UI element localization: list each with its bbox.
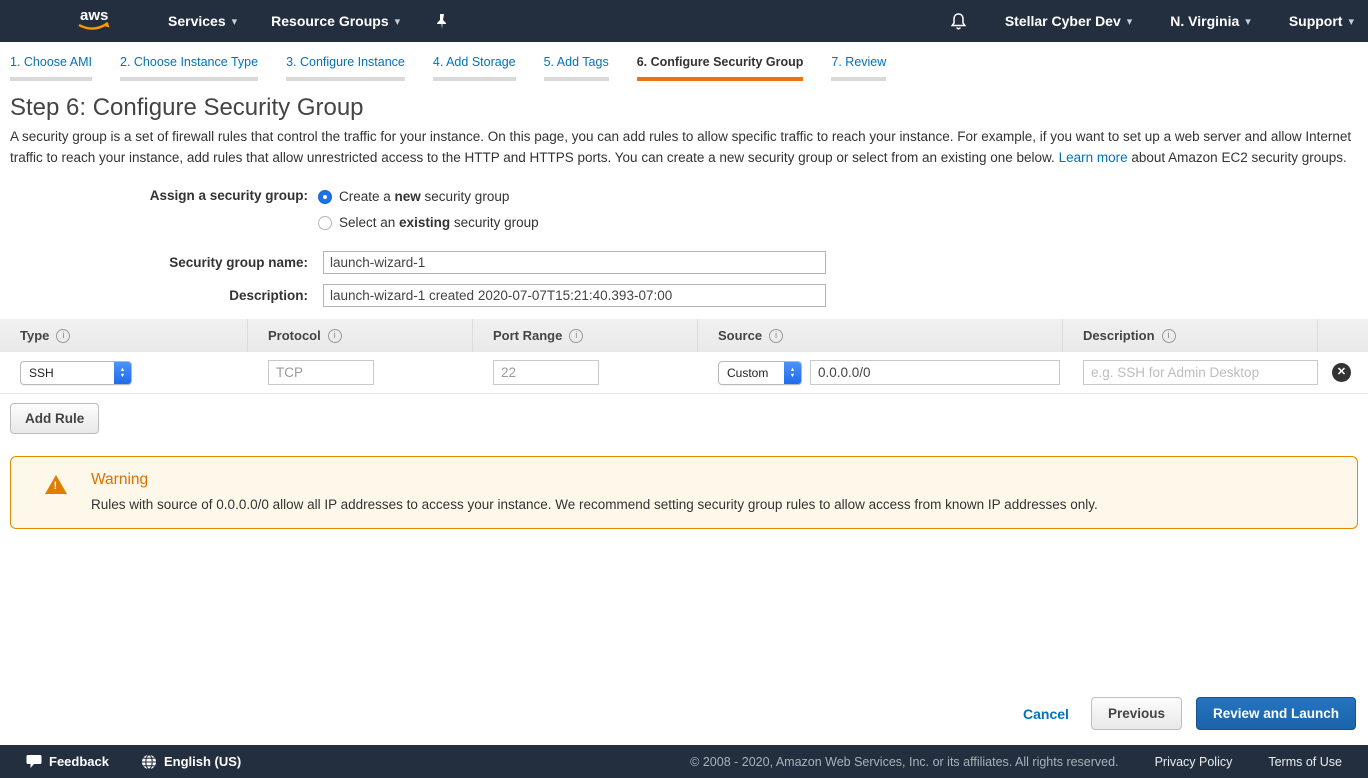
svg-text:aws: aws (80, 7, 108, 24)
tab-choose-ami[interactable]: 1. Choose AMI (10, 55, 92, 81)
security-group-name-label: Security group name: (0, 255, 318, 270)
radio-create-new-security-group[interactable]: Create a new security group (318, 189, 539, 204)
rule-protocol-input (268, 360, 374, 385)
language-selector[interactable]: English (US) (141, 754, 241, 770)
select-stepper-icon (114, 362, 131, 384)
column-header-port-range: Port Range (473, 319, 698, 352)
type-info-icon[interactable] (56, 329, 70, 343)
resource-groups-menu[interactable]: Resource Groups (271, 13, 400, 29)
page-title: Step 6: Configure Security Group (10, 94, 1358, 122)
tab-add-tags[interactable]: 5. Add Tags (544, 55, 609, 81)
radio-button-selected[interactable] (318, 190, 332, 204)
column-header-type: Type (0, 319, 248, 352)
tab-review[interactable]: 7. Review (831, 55, 886, 81)
region-menu[interactable]: N. Virginia (1170, 13, 1251, 29)
source-info-icon[interactable] (769, 329, 783, 343)
column-header-protocol: Protocol (248, 319, 473, 352)
copyright-text: © 2008 - 2020, Amazon Web Services, Inc.… (690, 755, 1118, 769)
rule-type-select[interactable]: SSH (20, 361, 132, 385)
support-menu[interactable]: Support (1289, 13, 1354, 29)
rules-table-header: Type Protocol Port Range Source Descript… (0, 319, 1368, 352)
previous-button[interactable]: Previous (1091, 697, 1182, 730)
security-group-description-input[interactable] (323, 284, 826, 307)
security-group-name-input[interactable] (323, 251, 826, 274)
pin-icon[interactable] (434, 13, 449, 30)
delete-rule-icon[interactable] (1332, 363, 1351, 382)
add-rule-button[interactable]: Add Rule (10, 403, 99, 434)
tab-add-storage[interactable]: 4. Add Storage (433, 55, 516, 81)
warning-message: Rules with source of 0.0.0.0/0 allow all… (91, 497, 1098, 512)
warning-title: Warning (91, 471, 1098, 489)
security-rule-row: SSH Custom (0, 352, 1368, 394)
wizard-actions: Cancel Previous Review and Launch (1023, 697, 1356, 730)
learn-more-link[interactable]: Learn more (1059, 150, 1128, 165)
page-footer: Feedback English (US) © 2008 - 2020, Ama… (0, 745, 1368, 778)
description-info-icon[interactable] (1162, 329, 1176, 343)
column-header-source: Source (698, 319, 1063, 352)
warning-banner: Warning Rules with source of 0.0.0.0/0 a… (10, 456, 1358, 529)
terms-of-use-link[interactable]: Terms of Use (1268, 755, 1342, 769)
account-menu[interactable]: Stellar Cyber Dev (1005, 13, 1132, 29)
page-description: A security group is a set of firewall ru… (10, 126, 1358, 168)
rule-source-type-select[interactable]: Custom (718, 361, 802, 385)
tab-configure-instance[interactable]: 3. Configure Instance (286, 55, 405, 81)
warning-triangle-icon (45, 475, 67, 494)
assign-security-group-label: Assign a security group: (0, 188, 318, 203)
port-range-info-icon[interactable] (569, 329, 583, 343)
rule-source-input[interactable] (810, 360, 1060, 385)
cancel-button[interactable]: Cancel (1023, 706, 1069, 722)
column-header-description: Description (1063, 319, 1318, 352)
radio-select-existing-security-group[interactable]: Select an existing security group (318, 215, 539, 230)
feedback-button[interactable]: Feedback (26, 754, 109, 769)
security-group-form: Assign a security group: Create a new se… (0, 188, 1368, 307)
aws-logo[interactable]: aws (72, 6, 116, 37)
security-rules-table: Type Protocol Port Range Source Descript… (0, 319, 1368, 394)
top-navbar: aws Services Resource Groups Stellar Cyb… (0, 0, 1368, 42)
wizard-tab-bar: 1. Choose AMI 2. Choose Instance Type 3.… (0, 42, 1368, 82)
feedback-speech-icon (26, 754, 42, 769)
select-stepper-icon (784, 362, 801, 384)
rule-description-input[interactable] (1083, 360, 1318, 385)
review-and-launch-button[interactable]: Review and Launch (1196, 697, 1356, 730)
notifications-bell-icon[interactable] (950, 12, 967, 31)
tab-choose-instance-type[interactable]: 2. Choose Instance Type (120, 55, 258, 81)
privacy-policy-link[interactable]: Privacy Policy (1155, 755, 1233, 769)
tab-configure-security-group[interactable]: 6. Configure Security Group (637, 55, 804, 81)
description-label: Description: (0, 288, 318, 303)
radio-button-unselected[interactable] (318, 216, 332, 230)
protocol-info-icon[interactable] (328, 329, 342, 343)
services-menu[interactable]: Services (168, 13, 237, 29)
rule-port-range-input (493, 360, 599, 385)
globe-icon (141, 754, 157, 770)
